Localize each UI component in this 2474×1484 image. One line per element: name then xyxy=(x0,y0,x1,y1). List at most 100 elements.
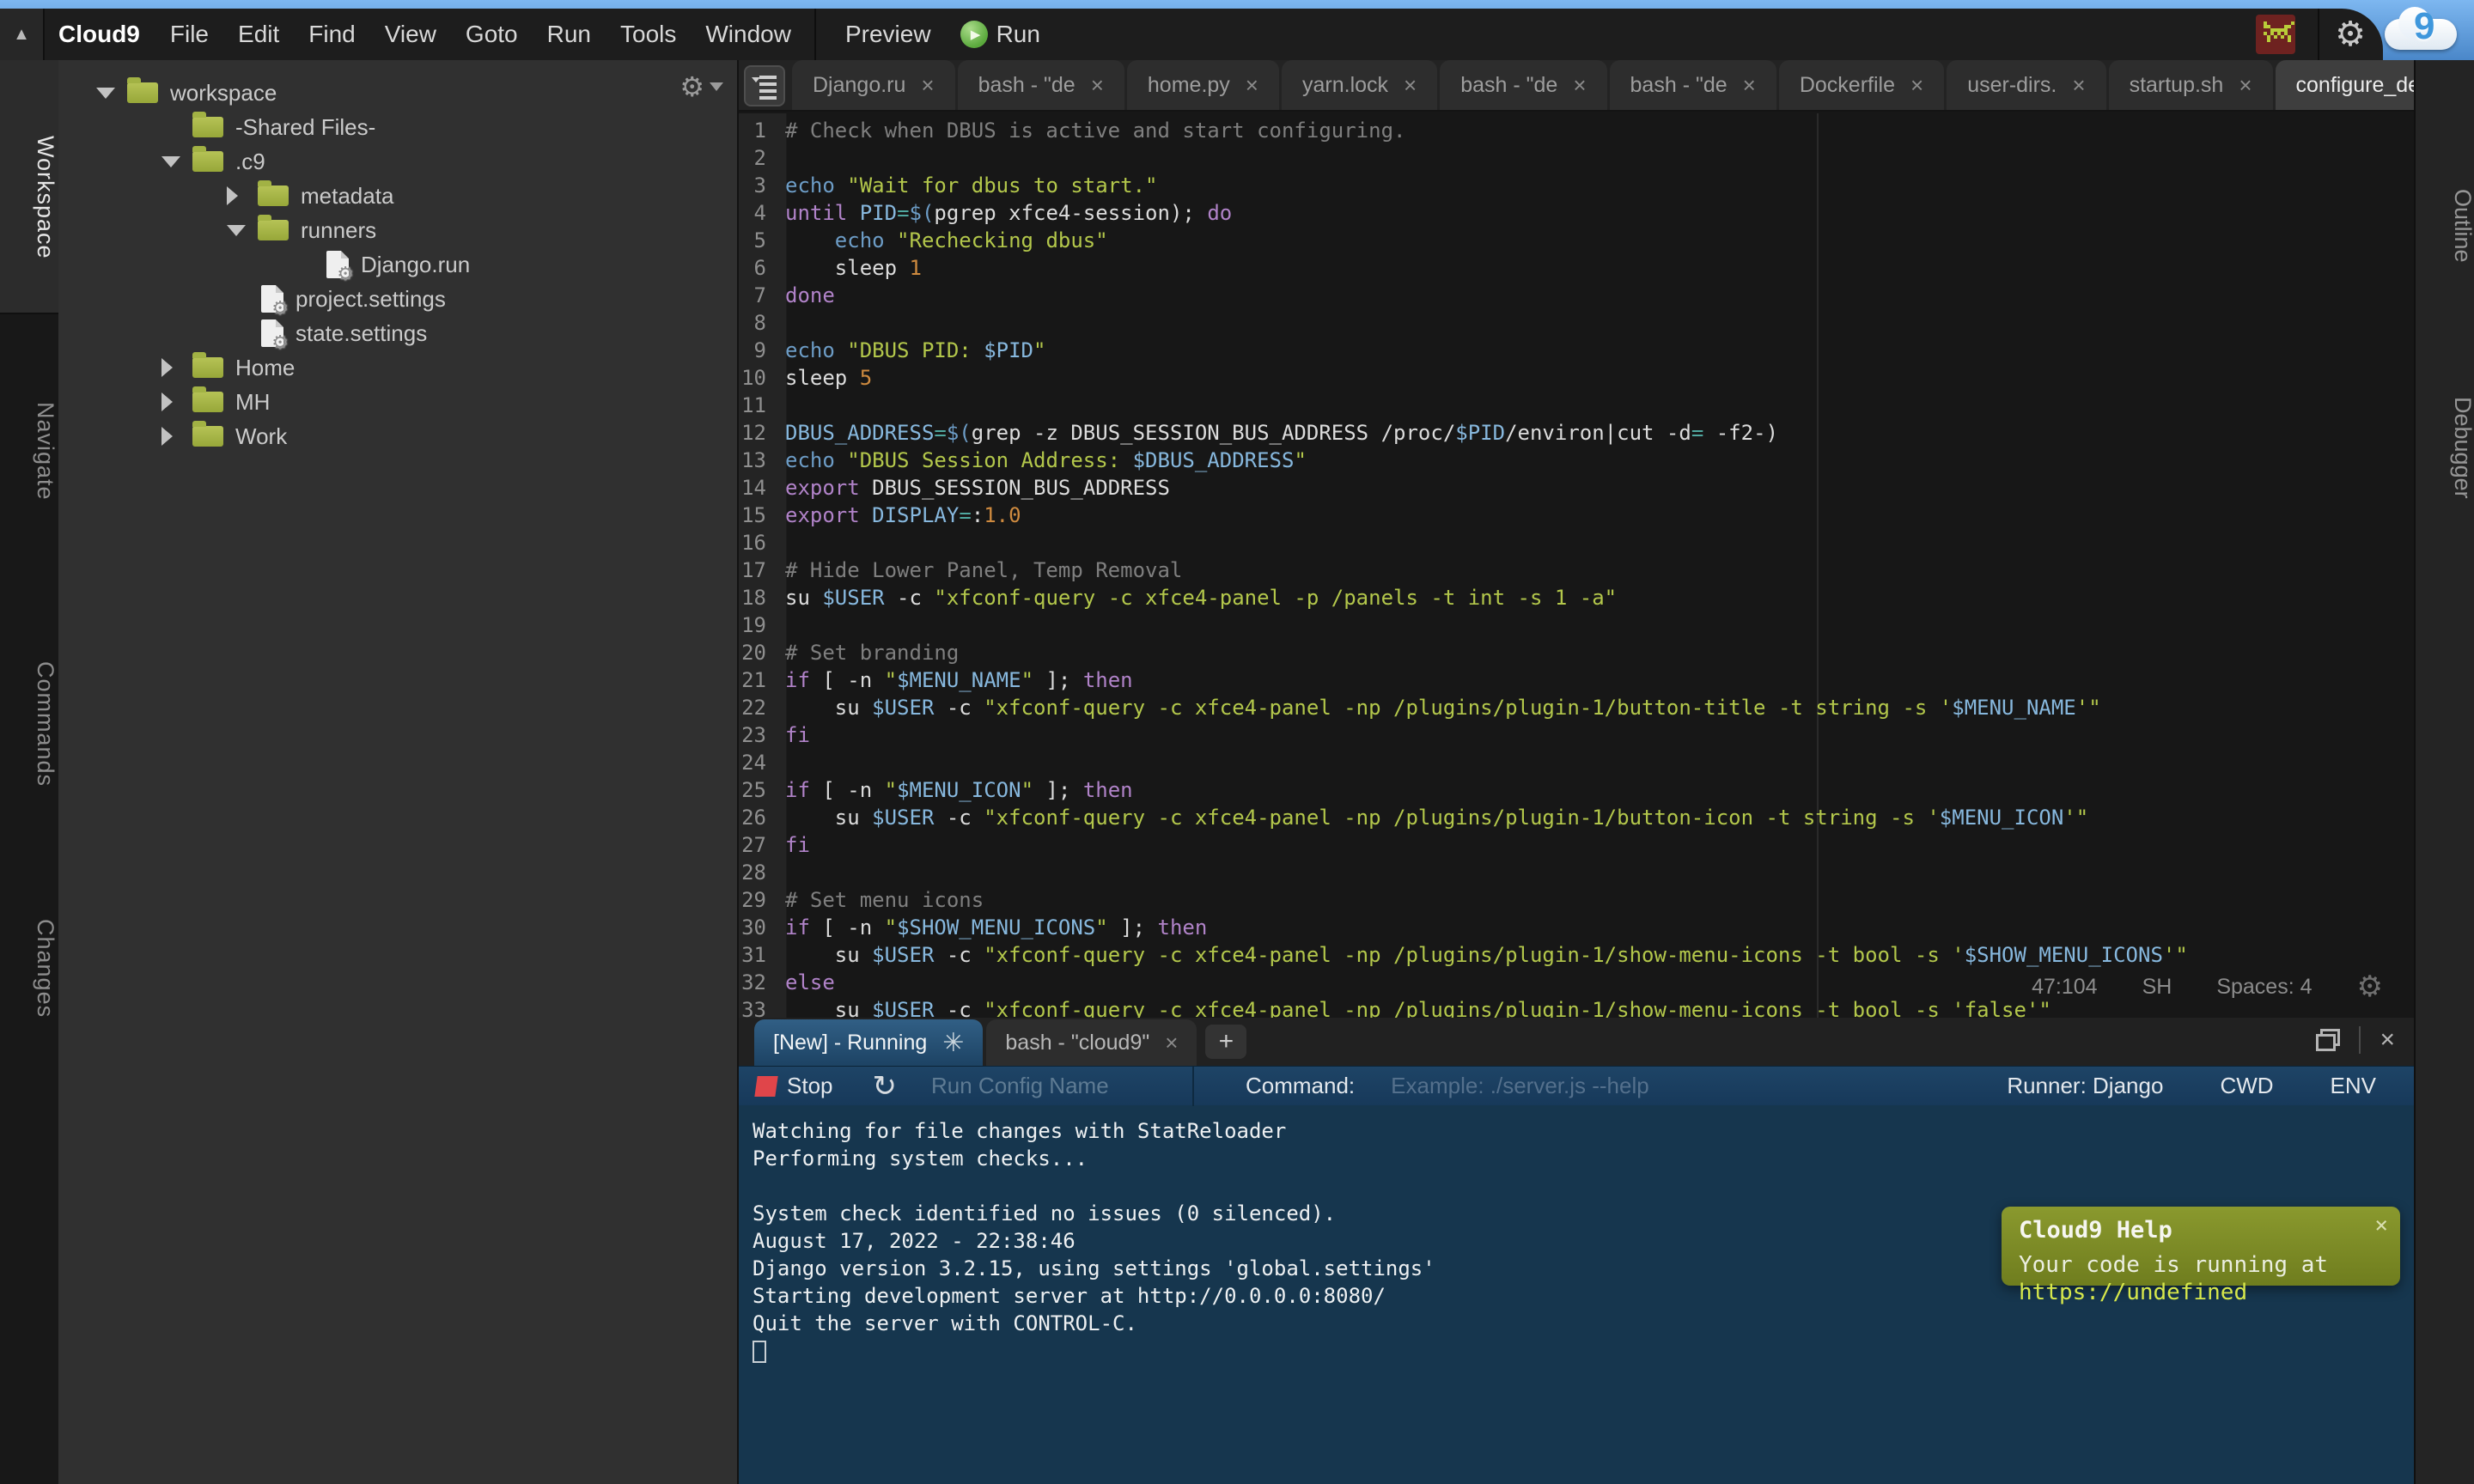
file-tree: workspace-Shared Files-.c9metadatarunner… xyxy=(58,76,737,453)
close-tab-icon[interactable]: × xyxy=(1165,1030,1178,1056)
expand-open-icon[interactable] xyxy=(161,156,180,167)
file-icon xyxy=(326,251,349,278)
tree-item-runners[interactable]: runners xyxy=(58,213,737,247)
maximize-panel-icon[interactable] xyxy=(2316,1029,2340,1051)
editor-tab-label: user-dirs. xyxy=(1967,73,2057,98)
code-line: 16 xyxy=(739,529,2414,556)
close-tab-icon[interactable]: × xyxy=(1246,72,1258,99)
runner-selector[interactable]: Runner: Django xyxy=(2007,1073,2163,1099)
editor-tab-home-py[interactable]: home.py× xyxy=(1127,60,1279,110)
run-config-input[interactable]: Run Config Name xyxy=(931,1073,1189,1099)
env-button[interactable]: ENV xyxy=(2331,1073,2376,1099)
collapse-menubar-button[interactable]: ▲ xyxy=(0,9,45,60)
line-number: 8 xyxy=(739,309,777,337)
close-tab-icon[interactable]: × xyxy=(1573,72,1586,99)
close-panel-icon[interactable]: × xyxy=(2380,1027,2395,1053)
sidebar-tab-commands[interactable]: Commands xyxy=(0,661,58,787)
tree-item-c9[interactable]: .c9 xyxy=(58,144,737,179)
expand-closed-icon[interactable] xyxy=(161,392,173,411)
menubar-menu-edit[interactable]: Edit xyxy=(223,9,294,60)
tree-item-project-settings[interactable]: project.settings xyxy=(58,282,737,316)
menubar-menu-tools[interactable]: Tools xyxy=(606,9,691,60)
line-number: 14 xyxy=(739,474,777,502)
tab-list-button[interactable] xyxy=(744,65,785,106)
editor-tab-django-ru[interactable]: Django.ru× xyxy=(792,60,955,110)
stop-icon xyxy=(754,1076,777,1097)
debug-bug-icon[interactable] xyxy=(2256,15,2295,54)
tree-item-work[interactable]: Work xyxy=(58,419,737,453)
menubar-menu-run[interactable]: Run xyxy=(533,9,606,60)
cwd-button[interactable]: CWD xyxy=(2220,1073,2273,1099)
tree-item-state-settings[interactable]: state.settings xyxy=(58,316,737,350)
divider xyxy=(1192,1067,1194,1106)
editor-tab-label: bash - "de xyxy=(978,73,1076,98)
tree-item-workspace[interactable]: workspace xyxy=(58,76,737,110)
preferences-gear-icon[interactable]: ⚙ xyxy=(2335,15,2366,54)
preview-button[interactable]: Preview xyxy=(828,9,948,60)
expand-closed-icon[interactable] xyxy=(161,358,173,377)
new-console-tab-button[interactable]: + xyxy=(1205,1025,1246,1059)
close-tab-icon[interactable]: × xyxy=(1091,72,1104,99)
line-number: 18 xyxy=(739,584,777,611)
editor-tab-label: yarn.lock xyxy=(1302,73,1388,98)
code-editor[interactable]: 1# Check when DBUS is active and start c… xyxy=(739,113,2414,1018)
editor-tab-startup-sh[interactable]: startup.sh× xyxy=(2109,60,2273,110)
expand-closed-icon[interactable] xyxy=(227,186,238,205)
code-line: 5 echo "Rechecking dbus" xyxy=(739,227,2414,254)
tree-item-mh[interactable]: MH xyxy=(58,385,737,419)
tree-item-label: Django.run xyxy=(361,252,470,278)
line-number: 9 xyxy=(739,337,777,364)
menubar-menu-view[interactable]: View xyxy=(370,9,451,60)
restart-icon[interactable]: ↻ xyxy=(873,1069,898,1104)
sidebar-tab-changes[interactable]: Changes xyxy=(0,919,58,1018)
menubar-divider xyxy=(2318,9,2319,60)
close-tab-icon[interactable]: × xyxy=(2072,72,2085,99)
sidebar-tab-workspace[interactable]: Workspace xyxy=(0,136,58,259)
expand-open-icon[interactable] xyxy=(227,225,246,236)
editor-tab-bash-de[interactable]: bash - "de × xyxy=(958,60,1124,110)
help-link[interactable]: https://undefined xyxy=(2019,1280,2247,1305)
editor-tab-bash-de[interactable]: bash - "de× xyxy=(1610,60,1776,110)
sidebar-tab-outline[interactable]: Outline xyxy=(2416,189,2474,263)
editor-tab-user-dirs[interactable]: user-dirs. × xyxy=(1947,60,2105,110)
code-line: 31 su $USER -c "xfconf-query -c xfce4-pa… xyxy=(739,941,2414,969)
expand-open-icon[interactable] xyxy=(96,88,115,99)
tree-item-label: state.settings xyxy=(296,320,427,347)
line-number: 21 xyxy=(739,666,777,694)
editor-tab-dockerfile[interactable]: Dockerfile× xyxy=(1779,60,1944,110)
stop-button[interactable]: Stop xyxy=(756,1073,833,1099)
close-tab-icon[interactable]: × xyxy=(1910,72,1923,99)
close-tab-icon[interactable]: × xyxy=(1404,72,1417,99)
app-title[interactable]: Cloud9 xyxy=(58,21,140,48)
close-tab-icon[interactable]: × xyxy=(1743,72,1756,99)
expand-closed-icon[interactable] xyxy=(161,427,173,446)
tree-item-django-run[interactable]: Django.run xyxy=(58,247,737,282)
close-tab-icon[interactable]: × xyxy=(2239,72,2252,99)
menubar: ▲ Cloud9 FileEditFindViewGotoRunToolsWin… xyxy=(0,9,2383,60)
terminal-line: Watching for file changes with StatReloa… xyxy=(753,1117,2414,1145)
run-button[interactable]: ▶ Run xyxy=(948,21,1052,48)
menubar-menu-file[interactable]: File xyxy=(155,9,223,60)
console-tab-new-running[interactable]: [New] - Running✳ xyxy=(754,1019,983,1066)
command-input[interactable]: Example: ./server.js --help xyxy=(1391,1073,1649,1099)
close-tab-icon[interactable]: × xyxy=(921,72,934,99)
console-tab-bash-cloud9[interactable]: bash - "cloud9"× xyxy=(986,1019,1197,1066)
editor-tab-bash-de[interactable]: bash - "de× xyxy=(1440,60,1606,110)
tree-item-shared-files[interactable]: -Shared Files- xyxy=(58,110,737,144)
close-icon[interactable]: × xyxy=(2374,1212,2388,1239)
line-number: 5 xyxy=(739,227,777,254)
syntax-mode[interactable]: SH xyxy=(2142,975,2172,1000)
terminal-output[interactable]: Watching for file changes with StatReloa… xyxy=(739,1105,2414,1484)
indent-setting[interactable]: Spaces: 4 xyxy=(2216,975,2312,1000)
editor-tab-yarn-lock[interactable]: yarn.lock × xyxy=(1282,60,1437,110)
tree-item-metadata[interactable]: metadata xyxy=(58,179,737,213)
sidebar-tab-debugger[interactable]: Debugger xyxy=(2416,397,2474,499)
menubar-menu-goto[interactable]: Goto xyxy=(451,9,533,60)
tree-item-home[interactable]: Home xyxy=(58,350,737,385)
code-line: 15export DISPLAY=:1.0 xyxy=(739,502,2414,529)
editor-settings-gear-icon[interactable]: ⚙ xyxy=(2357,970,2383,1004)
menubar-menu-window[interactable]: Window xyxy=(691,9,806,60)
sidebar-tab-navigate[interactable]: Navigate xyxy=(0,402,58,501)
cursor-position[interactable]: 47:104 xyxy=(2032,975,2097,1000)
menubar-menu-find[interactable]: Find xyxy=(294,9,369,60)
